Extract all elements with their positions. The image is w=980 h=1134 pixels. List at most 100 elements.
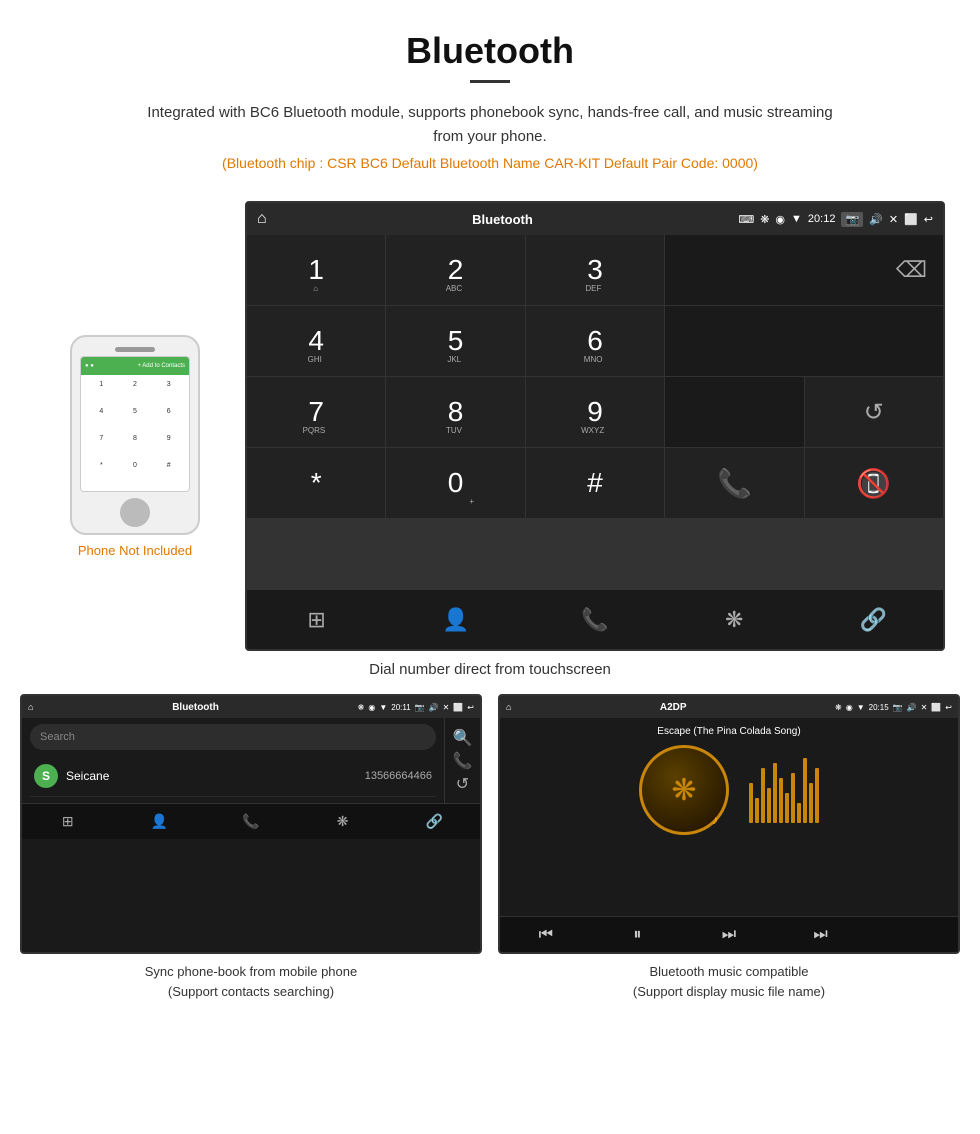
music-screen: ⌂ A2DP ❋ ◉ ▼ 20:15 📷 🔊 ✕ ⬜ ↩ Escape (The… — [498, 694, 960, 954]
contact-name: Seicane — [66, 769, 365, 783]
title-divider — [470, 80, 510, 83]
grid-icon: ⊞ — [307, 607, 325, 633]
music-statusbar-right: ❋ ◉ ▼ 20:15 📷 🔊 ✕ ⬜ ↩ — [835, 703, 952, 712]
pb-back-icon: ↩ — [467, 703, 474, 712]
phone-speaker — [115, 347, 155, 353]
music-note-icon: ♪ — [712, 813, 718, 827]
contact-row[interactable]: S Seicane 13566664466 — [30, 756, 436, 797]
dial-key-hash[interactable]: # — [526, 448, 664, 518]
statusbar-right: ⌨ ❋ ◉ ▼ 20:12 📷 🔊 ✕ ⬜ ↩ — [738, 212, 933, 227]
music-skip-end[interactable]: ⏭ — [775, 917, 867, 952]
bottom-link-icon[interactable]: 🔗 — [804, 590, 943, 649]
search-placeholder: Search — [40, 731, 75, 743]
pb-refresh-side-icon[interactable]: ↺ — [456, 774, 469, 794]
music-play-pause[interactable]: ⏸ — [592, 917, 684, 952]
call-green-icon: 📞 — [717, 467, 752, 500]
pb-link-btn[interactable]: 🔗 — [388, 804, 480, 839]
bluetooth-icon: ❋ — [760, 213, 769, 226]
music-win-icon: ⬜ — [931, 703, 941, 712]
phone-not-included-label: Phone Not Included — [78, 543, 192, 558]
dial-grid: 1 ⌂ 2 ABC 3 DEF ⌫ 4 GHI 5 JKL — [247, 235, 943, 589]
eq-bar-6 — [779, 778, 783, 823]
phone-status-left: ● ● — [85, 363, 94, 369]
window-icon: ⬜ — [904, 213, 918, 226]
bottom-person-icon[interactable]: 👤 — [386, 590, 525, 649]
music-bottom-bar: ⏮ ⏸ ⏭ ⏭ — [500, 916, 958, 952]
call-red-icon: 📵 — [856, 467, 891, 500]
main-statusbar: ⌂ Bluetooth ⌨ ❋ ◉ ▼ 20:12 📷 🔊 ✕ ⬜ ↩ — [247, 203, 943, 235]
eq-bar-2 — [755, 798, 759, 823]
phonebook-screen: ⌂ Bluetooth ❋ ◉ ▼ 20:11 📷 🔊 ✕ ⬜ ↩ — [20, 694, 482, 954]
dial-refresh[interactable]: ↺ — [805, 377, 943, 447]
phonebook-body: Search S Seicane 13566664466 🔍 📞 — [22, 718, 480, 803]
dial-key-3[interactable]: 3 DEF — [526, 235, 664, 305]
pb-grid-btn[interactable]: ⊞ — [22, 804, 114, 839]
home-icon: ⌂ — [257, 210, 267, 228]
music-time: 20:15 — [869, 703, 889, 712]
camera-icon: 📷 — [841, 212, 863, 227]
pb-call-side-icon[interactable]: 📞 — [453, 751, 473, 771]
phonebook-screen-wrap: ⌂ Bluetooth ❋ ◉ ▼ 20:11 📷 🔊 ✕ ⬜ ↩ — [20, 694, 482, 1001]
music-content: Escape (The Pina Colada Song) ❋ ♪ — [500, 718, 958, 916]
music-screen-wrap: ⌂ A2DP ❋ ◉ ▼ 20:15 📷 🔊 ✕ ⬜ ↩ Escape (The… — [498, 694, 960, 1001]
main-caption: Dial number direct from touchscreen — [0, 661, 980, 678]
dial-key-star[interactable]: * — [247, 448, 385, 518]
volume-icon: 🔊 — [869, 213, 883, 226]
pb-search-side-icon[interactable]: 🔍 — [453, 728, 473, 748]
backspace-icon[interactable]: ⌫ — [896, 257, 927, 283]
eq-bar-7 — [785, 793, 789, 823]
music-vol-icon: 🔊 — [907, 703, 917, 712]
music-x-icon: ✕ — [921, 703, 928, 712]
phone-screen: ● ● + Add to Contacts 123 456 789 *0# — [80, 356, 190, 491]
main-content-area: ● ● + Add to Contacts 123 456 789 *0# Ph… — [0, 201, 980, 651]
dial-call-button[interactable]: 📞 — [665, 448, 803, 518]
phonebook-side-icons: 🔍 📞 ↺ — [444, 718, 480, 803]
album-art: ❋ ♪ — [639, 745, 729, 835]
link-icon: 🔗 — [860, 607, 887, 633]
bottom-grid-icon[interactable]: ⊞ — [247, 590, 386, 649]
dial-bottom-bar: ⊞ 👤 📞 ❋ 🔗 — [247, 589, 943, 649]
phonebook-main: Search S Seicane 13566664466 — [22, 718, 444, 803]
statusbar-title: Bluetooth — [267, 212, 739, 227]
dial-key-9[interactable]: 9 WXYZ — [526, 377, 664, 447]
eq-bar-3 — [761, 768, 765, 823]
dial-key-0[interactable]: 0 + — [386, 448, 524, 518]
dial-key-2[interactable]: 2 ABC — [386, 235, 524, 305]
dial-key-7[interactable]: 7 PQRS — [247, 377, 385, 447]
pb-bt-btn[interactable]: ❋ — [297, 804, 389, 839]
search-bar[interactable]: Search — [30, 724, 436, 750]
music-bt-icon: ❋ — [835, 703, 842, 712]
time-display: 20:12 — [808, 213, 836, 225]
close-icon: ✕ — [889, 213, 898, 226]
bottom-screens-area: ⌂ Bluetooth ❋ ◉ ▼ 20:11 📷 🔊 ✕ ⬜ ↩ — [0, 694, 980, 1001]
phone-top-bar: ● ● + Add to Contacts — [81, 357, 189, 375]
dial-key-8[interactable]: 8 TUV — [386, 377, 524, 447]
music-skip-fwd[interactable]: ⏭ — [683, 917, 775, 952]
song-title: Escape (The Pina Colada Song) — [657, 726, 800, 737]
music-extra[interactable] — [866, 917, 958, 952]
pb-phone-btn[interactable]: 📞 — [205, 804, 297, 839]
pb-person-btn[interactable]: 👤 — [114, 804, 206, 839]
music-main-area: ❋ ♪ — [639, 745, 819, 835]
dial-key-1[interactable]: 1 ⌂ — [247, 235, 385, 305]
dial-key-6[interactable]: 6 MNO — [526, 306, 664, 376]
usb-icon: ⌨ — [738, 213, 754, 226]
dial-key-4[interactable]: 4 GHI — [247, 306, 385, 376]
bottom-phone-icon[interactable]: 📞 — [525, 590, 664, 649]
pb-win-icon: ⬜ — [453, 703, 463, 712]
eq-bar-5 — [773, 763, 777, 823]
phonebook-bottom-bar: ⊞ 👤 📞 ❋ 🔗 — [22, 803, 480, 839]
music-skip-back[interactable]: ⏮ — [500, 917, 592, 952]
phone-icon: 📞 — [581, 607, 608, 633]
music-sig-icon: ▼ — [857, 703, 865, 712]
bottom-bluetooth-icon[interactable]: ❋ — [665, 590, 804, 649]
dial-end-button[interactable]: 📵 — [805, 448, 943, 518]
eq-bar-8 — [791, 773, 795, 823]
dial-key-5[interactable]: 5 JKL — [386, 306, 524, 376]
music-statusbar: ⌂ A2DP ❋ ◉ ▼ 20:15 📷 🔊 ✕ ⬜ ↩ — [500, 696, 958, 718]
contact-avatar: S — [34, 764, 58, 788]
pb-cam-icon: 📷 — [415, 703, 425, 712]
bluetooth-bottom-icon: ❋ — [725, 607, 743, 633]
pb-sig-icon: ▼ — [379, 703, 387, 712]
music-cam-icon: 📷 — [893, 703, 903, 712]
